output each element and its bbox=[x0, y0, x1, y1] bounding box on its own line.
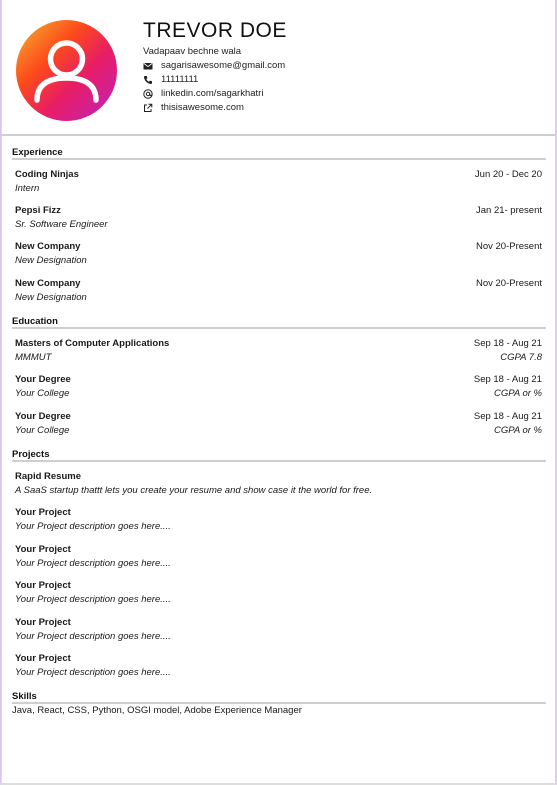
experience-section: Experience Coding Ninjas Intern Jun 20 -… bbox=[12, 146, 546, 305]
education-dates: Sep 18 - Aug 21 bbox=[473, 411, 542, 422]
job-dates: Jun 20 - Dec 20 bbox=[474, 169, 542, 180]
education-section: Education Masters of Computer Applicatio… bbox=[12, 315, 546, 438]
phone-icon bbox=[143, 75, 153, 85]
project-name: Your Project bbox=[15, 507, 71, 518]
education-grade: CGPA or % bbox=[493, 388, 542, 399]
company-name: Pepsi Fizz bbox=[15, 205, 61, 216]
project-description: A SaaS startup thattt lets you create yo… bbox=[15, 485, 373, 496]
experience-entry: New Company New Designation Nov 20-Prese… bbox=[12, 277, 546, 305]
education-entry: Your Degree Your College Sep 18 - Aug 21… bbox=[12, 373, 546, 401]
education-entry: Your Degree Your College Sep 18 - Aug 21… bbox=[12, 410, 546, 438]
experience-entry: Pepsi Fizz Sr. Software Engineer Jan 21-… bbox=[12, 204, 546, 232]
job-role: New Designation bbox=[15, 292, 87, 303]
job-role: Sr. Software Engineer bbox=[15, 219, 108, 230]
contact-phone[interactable]: 11111111 bbox=[143, 74, 198, 85]
company-name: New Company bbox=[15, 241, 81, 252]
envelope-icon bbox=[143, 61, 153, 71]
contact-website-text: thisisawesome.com bbox=[161, 102, 244, 113]
degree-name: Your Degree bbox=[15, 411, 71, 422]
degree-name: Masters of Computer Applications bbox=[15, 338, 170, 349]
project-name: Your Project bbox=[15, 544, 71, 555]
company-name: Coding Ninjas bbox=[15, 169, 79, 180]
avatar bbox=[16, 20, 117, 121]
project-name: Your Project bbox=[15, 617, 71, 628]
project-description: Your Project description goes here.... bbox=[15, 667, 171, 678]
section-title: Education bbox=[12, 315, 546, 329]
job-dates: Nov 20-Present bbox=[475, 241, 542, 252]
projects-section: Projects Rapid Resume A SaaS startup tha… bbox=[12, 448, 546, 680]
contact-phone-text: 11111111 bbox=[161, 74, 199, 85]
candidate-tagline: Vadapaav bechne wala bbox=[143, 46, 242, 57]
section-title: Skills bbox=[12, 690, 546, 704]
job-role: New Designation bbox=[15, 255, 87, 266]
company-name: New Company bbox=[15, 278, 81, 289]
skills-section: Skills Java, React, CSS, Python, OSGI mo… bbox=[12, 690, 546, 718]
school-name: Your College bbox=[15, 425, 70, 436]
experience-entry: Coding Ninjas Intern Jun 20 - Dec 20 bbox=[12, 168, 546, 196]
school-name: Your College bbox=[15, 388, 70, 399]
job-dates: Jan 21- present bbox=[475, 205, 542, 216]
section-title: Projects bbox=[12, 448, 546, 462]
project-name: Your Project bbox=[15, 580, 71, 591]
education-grade: CGPA or % bbox=[493, 425, 542, 436]
contact-linkedin-text: linkedin.com/sagarkhatri bbox=[161, 88, 264, 99]
project-entry: Your Project Your Project description go… bbox=[12, 543, 546, 571]
external-link-icon bbox=[143, 103, 153, 113]
user-icon bbox=[34, 40, 99, 103]
resume-header: TREVOR DOE Vadapaav bechne wala sagarisa… bbox=[1, 0, 556, 136]
section-title: Experience bbox=[12, 146, 546, 160]
project-name: Rapid Resume bbox=[15, 471, 81, 482]
project-entry: Your Project Your Project description go… bbox=[12, 579, 546, 607]
education-entry: Masters of Computer Applications MMMUT S… bbox=[12, 337, 546, 365]
education-dates: Sep 18 - Aug 21 bbox=[473, 338, 542, 349]
project-description: Your Project description goes here.... bbox=[15, 521, 171, 532]
project-entry: Your Project Your Project description go… bbox=[12, 616, 546, 644]
education-dates: Sep 18 - Aug 21 bbox=[473, 374, 542, 385]
project-description: Your Project description goes here.... bbox=[15, 594, 171, 605]
contact-linkedin[interactable]: linkedin.com/sagarkhatri bbox=[143, 88, 263, 99]
education-grade: CGPA 7.8 bbox=[500, 352, 542, 363]
project-description: Your Project description goes here.... bbox=[15, 631, 171, 642]
experience-entry: New Company New Designation Nov 20-Prese… bbox=[12, 240, 546, 268]
contact-email-text: sagarisawesome@gmail.com bbox=[161, 60, 286, 71]
skills-list: Java, React, CSS, Python, OSGI model, Ad… bbox=[12, 705, 302, 716]
candidate-name: TREVOR DOE bbox=[143, 19, 287, 42]
project-entry: Your Project Your Project description go… bbox=[12, 506, 546, 534]
at-icon bbox=[143, 88, 153, 99]
resume-page: TREVOR DOE Vadapaav bechne wala sagarisa… bbox=[0, 0, 557, 785]
project-entry: Your Project Your Project description go… bbox=[12, 652, 546, 680]
job-role: Intern bbox=[15, 183, 40, 194]
job-dates: Nov 20-Present bbox=[475, 278, 542, 289]
project-entry: Rapid Resume A SaaS startup thattt lets … bbox=[12, 470, 546, 498]
project-name: Your Project bbox=[15, 653, 71, 664]
project-description: Your Project description goes here.... bbox=[15, 558, 171, 569]
school-name: MMMUT bbox=[15, 352, 52, 363]
degree-name: Your Degree bbox=[15, 374, 71, 385]
contact-website[interactable]: thisisawesome.com bbox=[143, 102, 244, 113]
contact-email[interactable]: sagarisawesome@gmail.com bbox=[143, 60, 285, 71]
